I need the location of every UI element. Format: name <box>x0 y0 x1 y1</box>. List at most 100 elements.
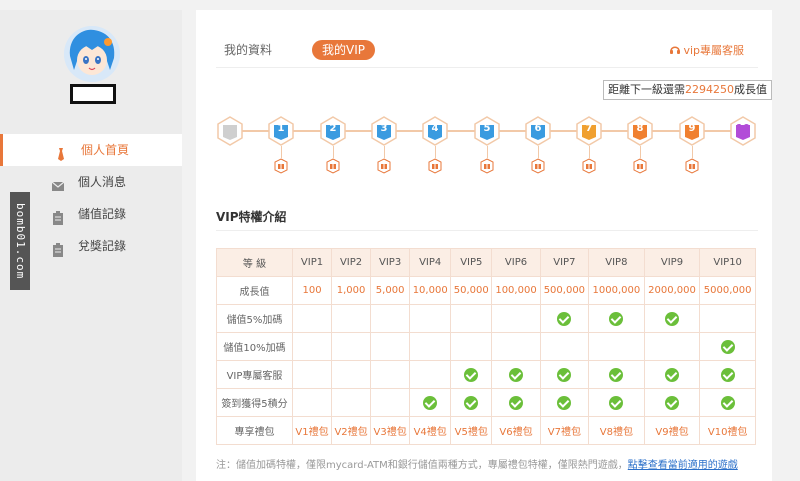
gift-connector <box>384 146 385 158</box>
growth-value-cell: 1,000 <box>331 276 372 305</box>
table-row-gift: 專享禮包 V1禮包 V2禮包 V3禮包 V4禮包 V5禮包 V6禮包 V7禮包 V8禮包 V9禮包… <box>216 416 756 445</box>
vip-service-link[interactable]: vip專屬客服 <box>669 42 744 59</box>
gift-box-icon[interactable] <box>428 158 442 174</box>
level-node: 2 <box>319 116 347 146</box>
gift-connector <box>538 146 539 158</box>
level-node: 9 <box>678 116 706 146</box>
sidebar-item-home[interactable]: 個人首頁 <box>0 134 182 166</box>
gift-connector <box>487 146 488 158</box>
check-icon <box>557 367 572 382</box>
gift-pack-cell[interactable]: V1禮包 <box>291 416 333 445</box>
level-node: 5 <box>473 116 501 146</box>
gift-connector <box>589 146 590 158</box>
vip-service-label: vip專屬客服 <box>683 44 744 57</box>
table-cell <box>450 332 493 361</box>
table-header-label: 等 級 <box>216 248 293 277</box>
gift-box-icon[interactable] <box>685 158 699 174</box>
table-cell <box>491 332 541 361</box>
table-cell <box>699 332 756 361</box>
divider <box>216 230 758 231</box>
gift-connector <box>281 146 282 158</box>
table-cell <box>539 304 590 333</box>
clipboard-icon <box>50 206 66 225</box>
gift-box-icon[interactable] <box>326 158 340 174</box>
growth-value-cell: 10,000 <box>409 276 452 305</box>
gift-box-icon[interactable] <box>480 158 494 174</box>
gift-pack-cell[interactable]: V7禮包 <box>539 416 590 445</box>
table-row: VIP專屬客服 <box>216 360 756 389</box>
gift-pack-cell[interactable]: V8禮包 <box>588 416 645 445</box>
table-cell <box>370 360 411 389</box>
next-level-note: 距離下一級還需2294250成長值 <box>603 80 772 100</box>
check-icon <box>509 367 523 382</box>
level-number: 9 <box>688 123 696 134</box>
sidebar-item-label: 個人消息 <box>78 175 127 189</box>
gift-box-icon[interactable] <box>633 158 647 174</box>
table-cell <box>643 360 701 389</box>
check-icon <box>464 367 479 382</box>
level-node: 7 <box>575 116 603 146</box>
next-level-amount: 2294250 <box>685 83 734 96</box>
table-cell <box>331 388 372 417</box>
table-row-label: 簽到獲得5積分 <box>216 388 293 417</box>
check-icon <box>609 395 624 410</box>
gift-box-icon[interactable] <box>274 158 288 174</box>
table-cell <box>370 388 411 417</box>
table-row: 簽到獲得5積分 <box>216 388 756 417</box>
level-node: 6 <box>524 116 552 146</box>
gift-pack-cell[interactable]: V9禮包 <box>643 416 701 445</box>
tab-my-profile[interactable]: 我的資料 <box>224 40 272 60</box>
check-icon <box>720 395 735 410</box>
gift-pack-cell[interactable]: V6禮包 <box>491 416 541 445</box>
vip-level-track: 1 2 3 4 5 6 7 8 9 10 <box>216 116 758 180</box>
gift-connector <box>333 146 334 158</box>
gift-pack-cell[interactable]: V10禮包 <box>699 416 756 445</box>
gift-pack-cell[interactable]: V5禮包 <box>450 416 493 445</box>
gift-box-icon[interactable] <box>377 158 391 174</box>
table-cell <box>450 304 493 333</box>
gift-box-icon[interactable] <box>582 158 596 174</box>
gift-pack-cell[interactable]: V3禮包 <box>370 416 411 445</box>
level-number: 7 <box>585 123 593 134</box>
table-row-label: 儲值10%加碼 <box>216 332 293 361</box>
gift-connector <box>692 146 693 158</box>
section-title: VIP特權介紹 <box>216 210 287 224</box>
table-cell <box>699 304 756 333</box>
gift-pack-cell[interactable]: V2禮包 <box>331 416 372 445</box>
gift-pack-cell[interactable]: V4禮包 <box>409 416 452 445</box>
sidebar-item-label: 兌獎記錄 <box>78 239 127 253</box>
table-row-label: VIP專屬客服 <box>216 360 293 389</box>
table-header-level: VIP1 <box>291 248 333 277</box>
table-cell <box>409 360 452 389</box>
envelope-icon <box>50 174 66 191</box>
gift-connector <box>640 146 641 158</box>
table-cell <box>491 388 541 417</box>
table-row-growth: 成長值 100 1,000 5,000 10,000 50,000 100,000 500,0… <box>216 276 756 305</box>
table-row-label: 專享禮包 <box>216 416 293 445</box>
avatar[interactable] <box>64 26 120 82</box>
table-cell <box>588 388 645 417</box>
table-cell <box>409 332 452 361</box>
check-icon <box>720 367 735 382</box>
tab-my-vip[interactable]: 我的VIP <box>312 40 375 60</box>
gift-box-icon[interactable] <box>531 158 545 174</box>
table-cell <box>539 332 590 361</box>
table-cell <box>699 360 756 389</box>
table-cell <box>331 332 372 361</box>
table-cell <box>588 304 645 333</box>
table-cell <box>291 360 333 389</box>
table-cell <box>539 360 590 389</box>
table-cell <box>699 388 756 417</box>
growth-value-cell: 5000,000 <box>699 276 756 305</box>
check-icon <box>509 395 523 410</box>
table-header-level: VIP6 <box>491 248 541 277</box>
growth-value-cell: 5,000 <box>370 276 411 305</box>
table-cell <box>643 332 701 361</box>
check-icon <box>609 367 624 382</box>
level-number: 10 <box>736 123 750 134</box>
table-cell <box>588 332 645 361</box>
applicable-games-link[interactable]: 點擊查看當前適用的遊戲 <box>628 460 738 471</box>
table-cell <box>491 304 541 333</box>
table-cell <box>539 388 590 417</box>
vip-privilege-table: 等 級 VIP1 VIP2 VIP3 VIP4 VIP5 VIP6 VIP7 VIP8 VIP9 V… <box>216 248 756 445</box>
